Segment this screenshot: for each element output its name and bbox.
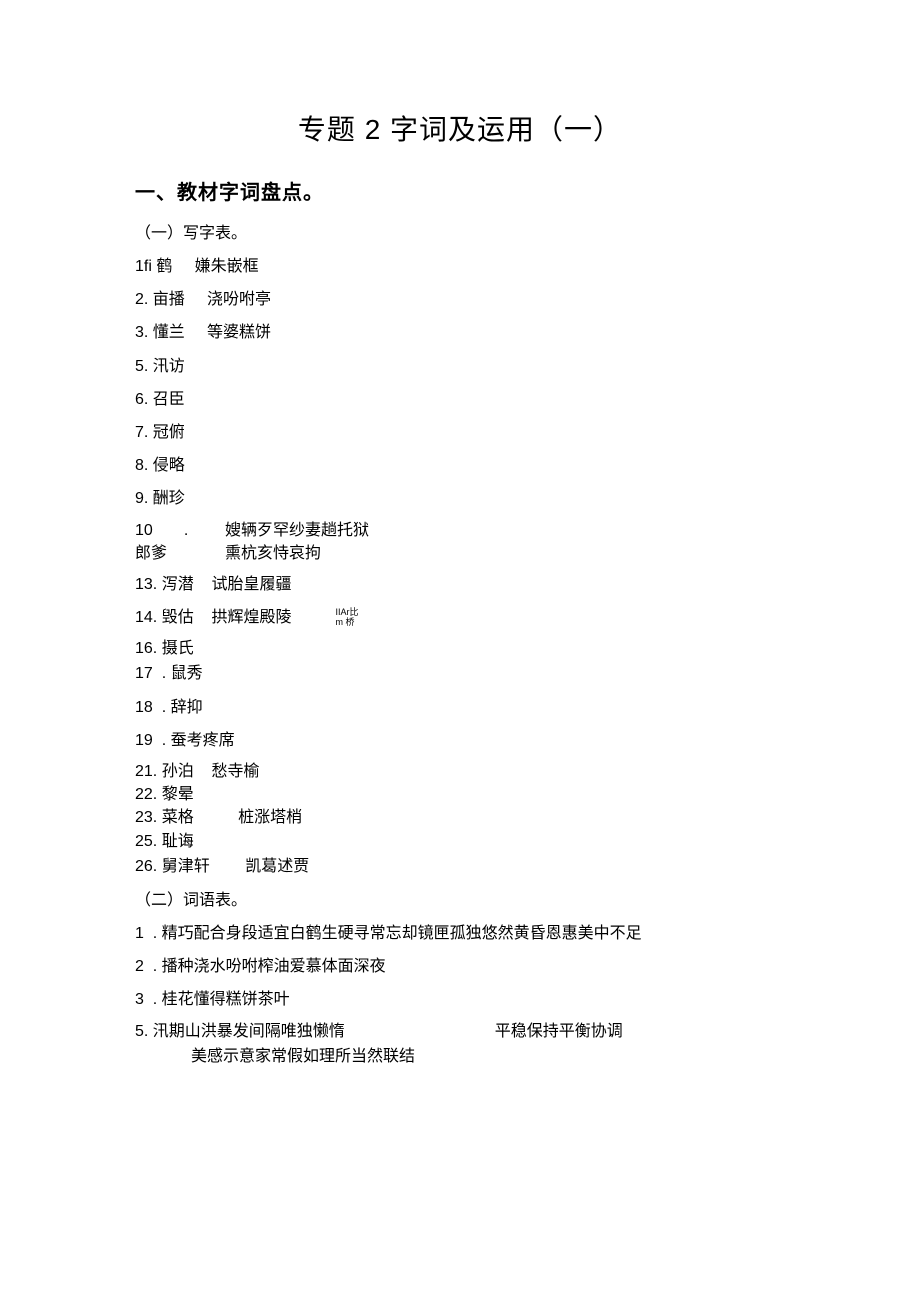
- writing-line: 1fi 鹤 嫌朱嵌框: [135, 253, 785, 280]
- line14-main: 14. 毁估 拱辉煌殿陵: [135, 604, 291, 631]
- writing-line: 16. 摄氏: [135, 637, 785, 660]
- writing-line: 18 . 辞抑: [135, 694, 785, 721]
- subheading-writing-table: （一）写字表。: [135, 219, 785, 243]
- writing-line: 7. 冠俯: [135, 419, 785, 446]
- writing-line: 6. 召臣: [135, 386, 785, 413]
- writing-line: 17 . 鼠秀: [135, 660, 785, 687]
- word-line-5-right: 平稳保持平衡协调: [495, 1020, 623, 1043]
- word-line: 1 . 精巧配合身段适宜白鹤生硬寻常忘却镜匣孤独悠然黄昏恩惠美中不足: [135, 920, 785, 947]
- group10-right-bottom: 熏杭亥恃哀拘: [225, 542, 369, 565]
- group10-right-top: 嫂辆歹罕纱妻趟托狱: [225, 519, 369, 542]
- writing-line: 22. 黎晕: [135, 783, 785, 806]
- writing-line: 23. 菜格 桩涨塔梢: [135, 806, 785, 829]
- writing-line: 19 . 蚕考疼席: [135, 727, 785, 754]
- writing-line: 2. 亩播 浇吩咐亭: [135, 286, 785, 313]
- word-line-5-left: 5. 汛期山洪暴发间隔唯独懒惰: [135, 1020, 345, 1043]
- group10-left-top: 10 .: [135, 519, 225, 542]
- writing-line: 25. 耻诲: [135, 830, 785, 853]
- line14-small-bottom: m 桥: [335, 618, 358, 627]
- writing-line: 13. 泻潜 试胎皇履疆: [135, 571, 785, 598]
- group10-left-bottom: 郎爹: [135, 542, 225, 565]
- writing-line: 26. 舅津轩 凯葛述贾: [135, 853, 785, 880]
- word-line: 2 . 播种浇水吩咐榨油爱慕体面深夜: [135, 953, 785, 980]
- writing-group-10: 10 . 郎爹 嫂辆歹罕纱妻趟托狱 熏杭亥恃哀拘: [135, 519, 785, 565]
- section-heading-1: 一、教材字词盘点。: [135, 176, 785, 205]
- subheading-word-table: （二）词语表。: [135, 886, 785, 910]
- word-line-5: 5. 汛期山洪暴发间隔唯独懒惰 平稳保持平衡协调: [135, 1020, 785, 1043]
- writing-line-14: 14. 毁估 拱辉煌殿陵 IIAr比 m 桥: [135, 604, 785, 631]
- writing-line: 3. 懂兰 等婆糕饼: [135, 319, 785, 346]
- word-line: 3 . 桂花懂得糕饼茶叶: [135, 986, 785, 1013]
- writing-line: 8. 侵略: [135, 452, 785, 479]
- writing-line: 5. 汛访: [135, 353, 785, 380]
- writing-line: 21. 孙泊 愁寺榆: [135, 760, 785, 783]
- page-title: 专题 2 字词及运用（一）: [135, 108, 785, 148]
- word-line-cont: 美感示意家常假如理所当然联结: [135, 1043, 785, 1070]
- writing-line: 9. 酬珍: [135, 485, 785, 512]
